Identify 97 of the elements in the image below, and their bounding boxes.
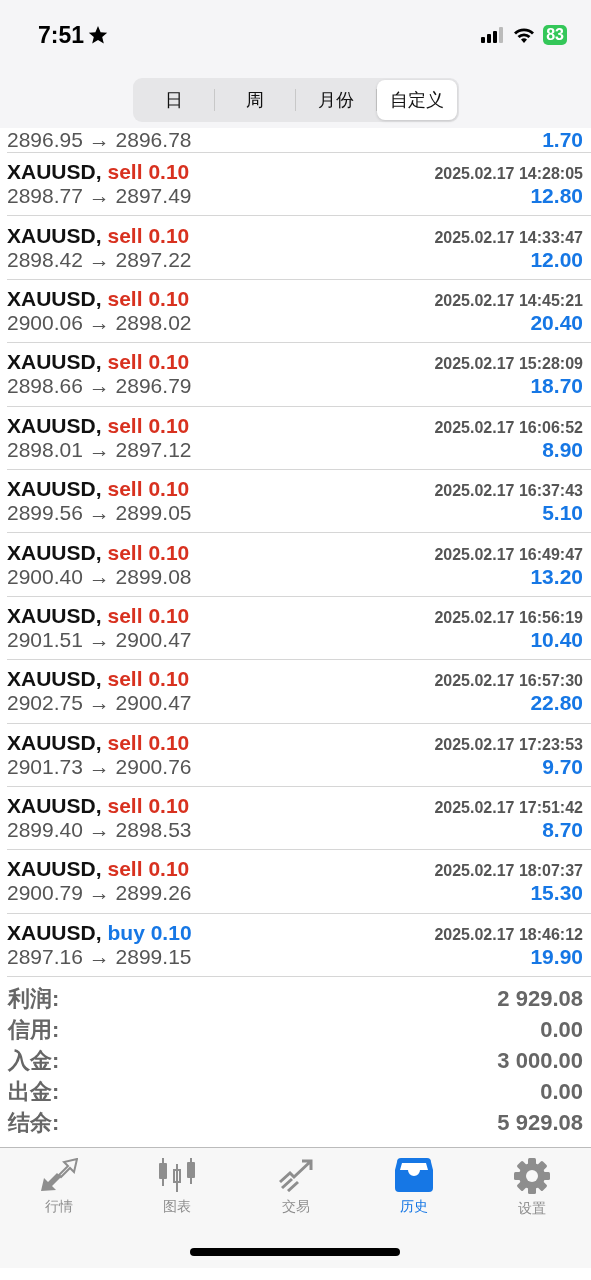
price-range: 2896.95 → 2896.78 bbox=[7, 129, 192, 150]
deal-type: sell 0.10 bbox=[107, 413, 190, 437]
summary-value: 5 929.08 bbox=[497, 1109, 583, 1136]
symbol-label: XAUUSD, bbox=[7, 920, 102, 944]
clock-time: 7:51 bbox=[38, 21, 85, 49]
period-tab[interactable]: 周 bbox=[215, 80, 295, 120]
deal-time: 2025.02.17 17:51:42 bbox=[434, 799, 583, 818]
period-tab[interactable]: 自定义 bbox=[376, 80, 457, 120]
deal-type: sell 0.10 bbox=[107, 603, 190, 627]
tab-bar-item[interactable]: 行情 bbox=[0, 1158, 119, 1219]
symbol-label: XAUUSD, bbox=[7, 413, 102, 437]
summary-label: 入金: bbox=[8, 1046, 60, 1075]
profit-value: 9.70 bbox=[542, 754, 583, 779]
symbol-label: XAUUSD, bbox=[7, 540, 102, 564]
tab-bar-item[interactable]: 历史 bbox=[354, 1158, 473, 1219]
profit-value: 13.20 bbox=[530, 564, 583, 589]
profit-value: 12.00 bbox=[530, 247, 583, 272]
symbol-label: XAUUSD, bbox=[7, 477, 102, 501]
symbol-label: XAUUSD, bbox=[7, 603, 102, 627]
deal-type: sell 0.10 bbox=[107, 540, 190, 564]
price-range: 2898.42 → 2897.22 bbox=[7, 247, 192, 272]
profit-value: 22.80 bbox=[530, 691, 583, 716]
signal-icon bbox=[481, 27, 506, 43]
tab-bar-item[interactable]: 交易 bbox=[236, 1158, 355, 1219]
price-range: 2899.40 → 2898.53 bbox=[7, 818, 192, 843]
home-indicator[interactable] bbox=[190, 1248, 400, 1257]
candlestick-icon bbox=[159, 1158, 196, 1193]
deal-time: 2025.02.17 17:23:53 bbox=[434, 735, 583, 754]
symbol-label: XAUUSD, bbox=[7, 730, 102, 754]
summary-label: 利润: bbox=[8, 984, 60, 1013]
profit-value: 8.90 bbox=[542, 437, 583, 462]
summary-label: 信用: bbox=[8, 1015, 60, 1044]
symbol-label: XAUUSD, bbox=[7, 794, 102, 818]
battery-level: 83 bbox=[543, 25, 567, 45]
summary-value: 3 000.00 bbox=[497, 1047, 583, 1074]
price-range: 2901.51 → 2900.47 bbox=[7, 627, 192, 652]
summary-label: 出金: bbox=[8, 1077, 60, 1106]
summary-label: 结余: bbox=[8, 1108, 60, 1137]
profit-value: 18.70 bbox=[530, 374, 583, 399]
profit-value: 19.90 bbox=[530, 944, 583, 969]
period-tab[interactable]: 月份 bbox=[296, 80, 376, 120]
deal-time: 2025.02.17 15:28:09 bbox=[434, 355, 583, 374]
deal-type: sell 0.10 bbox=[107, 350, 190, 374]
deal-type: sell 0.10 bbox=[107, 286, 190, 310]
price-range: 2901.73 → 2900.76 bbox=[7, 754, 192, 779]
price-range: 2898.77 → 2897.49 bbox=[7, 184, 192, 209]
symbol-label: XAUUSD, bbox=[7, 160, 102, 184]
deal-time: 2025.02.17 14:45:21 bbox=[434, 291, 583, 310]
symbol-label: XAUUSD, bbox=[7, 350, 102, 374]
price-range: 2900.06 → 2898.02 bbox=[7, 310, 192, 335]
deal-time: 2025.02.17 14:28:05 bbox=[434, 165, 583, 184]
trend-arrow-icon bbox=[277, 1158, 314, 1193]
profit-value: 8.70 bbox=[542, 818, 583, 843]
profit-value: 12.80 bbox=[530, 184, 583, 209]
deal-type: sell 0.10 bbox=[107, 160, 190, 184]
profit-value: 1.70 bbox=[542, 129, 583, 150]
price-range: 2900.79 → 2899.26 bbox=[7, 881, 192, 906]
tab-bar-item[interactable]: 设置 bbox=[472, 1158, 591, 1219]
price-range: 2899.56 → 2899.05 bbox=[7, 501, 192, 526]
price-range: 2898.66 → 2896.79 bbox=[7, 374, 192, 399]
deal-time: 2025.02.17 16:06:52 bbox=[434, 418, 583, 437]
deal-time: 2025.02.17 18:46:12 bbox=[434, 925, 583, 944]
deal-time: 2025.02.17 14:33:47 bbox=[434, 228, 583, 247]
deal-type: sell 0.10 bbox=[107, 667, 190, 691]
deal-time: 2025.02.17 16:49:47 bbox=[434, 545, 583, 564]
deal-time: 2025.02.17 16:37:43 bbox=[434, 482, 583, 501]
summary-value: 2 929.08 bbox=[497, 985, 583, 1012]
wifi-icon bbox=[513, 27, 536, 43]
profit-value: 15.30 bbox=[530, 881, 583, 906]
deal-type: sell 0.10 bbox=[107, 223, 190, 247]
tab-bar-item[interactable]: 图表 bbox=[118, 1158, 237, 1219]
symbol-label: XAUUSD, bbox=[7, 223, 102, 247]
symbol-label: XAUUSD, bbox=[7, 286, 102, 310]
deal-time: 2025.02.17 18:07:37 bbox=[434, 862, 583, 881]
summary-value: 0.00 bbox=[540, 1078, 583, 1105]
price-range: 2898.01 → 2897.12 bbox=[7, 437, 192, 462]
deal-type: sell 0.10 bbox=[107, 857, 190, 881]
profit-value: 5.10 bbox=[542, 501, 583, 526]
deal-time: 2025.02.17 16:57:30 bbox=[434, 672, 583, 691]
inbox-icon bbox=[394, 1158, 433, 1193]
deal-time: 2025.02.17 16:56:19 bbox=[434, 608, 583, 627]
profit-value: 20.40 bbox=[530, 310, 583, 335]
deal-type: sell 0.10 bbox=[107, 730, 190, 754]
settings-icon bbox=[513, 1158, 550, 1195]
price-range: 2900.40 → 2899.08 bbox=[7, 564, 192, 589]
symbol-label: XAUUSD, bbox=[7, 857, 102, 881]
summary-value: 0.00 bbox=[540, 1016, 583, 1043]
price-range: 2897.16 → 2899.15 bbox=[7, 944, 192, 969]
double-arrow-icon bbox=[40, 1158, 79, 1193]
deal-type: buy 0.10 bbox=[107, 920, 192, 944]
profit-value: 10.40 bbox=[530, 627, 583, 652]
deal-type: sell 0.10 bbox=[107, 794, 190, 818]
price-range: 2902.75 → 2900.47 bbox=[7, 691, 192, 716]
period-tab[interactable]: 日 bbox=[134, 80, 215, 120]
deal-type: sell 0.10 bbox=[107, 477, 190, 501]
star-icon bbox=[88, 25, 109, 45]
symbol-label: XAUUSD, bbox=[7, 667, 102, 691]
